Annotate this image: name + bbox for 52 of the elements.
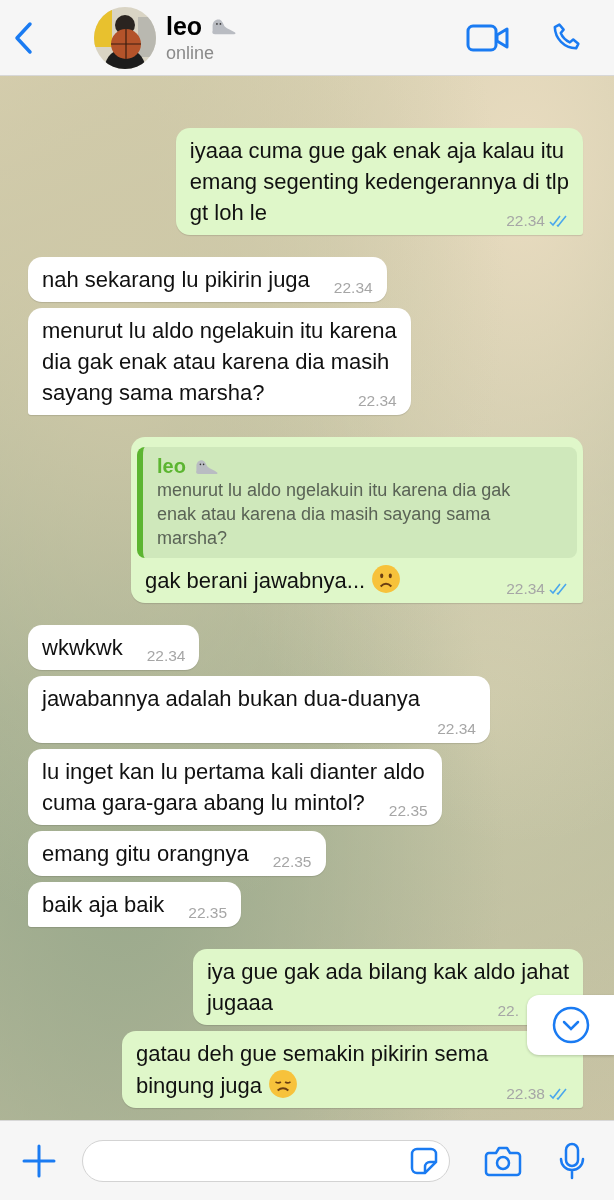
message-text: baik aja baik [42, 891, 165, 919]
scroll-down-button[interactable] [527, 995, 614, 1055]
quoted-text: enak atau karena dia masih sayang sama [157, 503, 492, 526]
message-text: sayang sama marsha? [42, 379, 265, 407]
message-text: menurut lu aldo ngelakuin itu karena [42, 317, 397, 345]
message-time: 22.34 [146, 647, 186, 665]
message-time: 22. [497, 1002, 519, 1020]
add-button[interactable] [22, 1143, 56, 1178]
message-text: dia gak enak atau karena dia masih [42, 348, 391, 376]
message-text: jawabannya adalah bukan dua-duanya [42, 685, 420, 713]
message-text: wkwkwk [42, 634, 123, 662]
message-time: 22.35 [272, 853, 312, 871]
seal-icon [193, 458, 218, 475]
contact-name: leo [166, 11, 203, 41]
message-input-field[interactable] [82, 1139, 450, 1182]
message-text: iya gue gak ada bilang kak aldo jahat [206, 958, 569, 986]
message-time: 22.34 [437, 720, 476, 738]
message-text: gatau deh gue semakin pikirin sema [136, 1040, 490, 1068]
message-time: 22.34 [506, 212, 545, 230]
message-text: gak berani jawabnya... [145, 564, 402, 596]
message-time: 22.34 [506, 580, 545, 598]
message-text: lu inget kan lu pertama kali dianter aldo [42, 758, 426, 786]
read-ticks-icon [549, 1088, 569, 1100]
message-time: 22.38 [506, 1085, 545, 1103]
message-time: 22.35 [188, 904, 228, 922]
sticker-icon[interactable] [409, 1145, 439, 1176]
message-time: 22.34 [333, 279, 373, 297]
quoted-text: menurut lu aldo ngelakuin itu karena dia gak [157, 479, 512, 502]
message-time: 22.35 [388, 802, 428, 820]
frowning-face-icon [371, 564, 402, 594]
back-button[interactable] [12, 20, 34, 55]
message-text: gt loh le [189, 199, 267, 227]
quoted-message[interactable]: leo menurut lu aldo ngelakuin itu karena dia gak enak atau karena dia masih sayang sama marsha? [137, 447, 577, 558]
microphone-button[interactable] [558, 1141, 586, 1180]
message-text: nah sekarang lu pikirin juga [42, 266, 310, 294]
message-text: bingung juga [136, 1069, 298, 1101]
quoted-author: leo [157, 455, 186, 478]
seal-icon [210, 16, 237, 36]
read-ticks-icon [549, 583, 569, 595]
contact-status: online [166, 42, 216, 64]
message-text: iyaaa cuma gue gak enak aja kalau itu [189, 137, 566, 165]
message-text: cuma gara-gara abang lu mintol? [42, 789, 365, 817]
chevron-down-circle-icon [550, 1005, 591, 1045]
message-time: 22.34 [357, 392, 397, 410]
quoted-text: marsha? [157, 527, 229, 550]
message-text: emang gitu orangnya [42, 840, 249, 868]
message-text: emang segenting kedengerannya di tlp [189, 168, 569, 196]
video-call-button[interactable] [466, 23, 510, 52]
read-ticks-icon [549, 215, 569, 227]
sad-face-icon [268, 1069, 298, 1099]
camera-button[interactable] [484, 1144, 522, 1177]
message-text: jugaaa [206, 989, 274, 1017]
